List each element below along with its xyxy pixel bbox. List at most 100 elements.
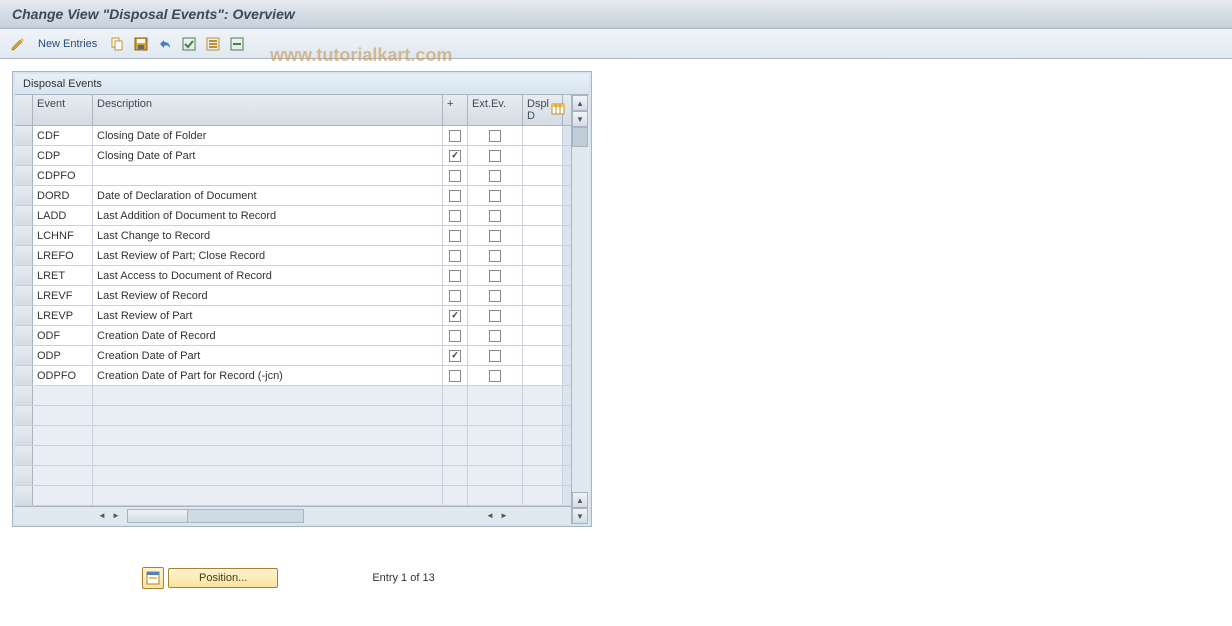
- row-selector[interactable]: [15, 226, 33, 245]
- cell-extev[interactable]: [468, 186, 523, 205]
- cell-description[interactable]: [93, 166, 443, 185]
- cell-plus[interactable]: [443, 186, 468, 205]
- scroll-up-icon[interactable]: ▲: [572, 95, 588, 111]
- cell-extev[interactable]: [468, 266, 523, 285]
- cell-dspl[interactable]: [523, 186, 563, 205]
- checkbox[interactable]: [489, 330, 501, 342]
- select-all-rows[interactable]: [15, 95, 33, 125]
- vertical-scrollbar[interactable]: ▲ ▼ ▲ ▼: [571, 95, 589, 524]
- cell-extev[interactable]: [468, 326, 523, 345]
- cell-description[interactable]: Creation Date of Part for Record (-jcn): [93, 366, 443, 385]
- scroll-down-step-icon[interactable]: ▼: [572, 111, 588, 127]
- cell-dspl[interactable]: [523, 286, 563, 305]
- row-selector[interactable]: [15, 426, 33, 445]
- checkbox[interactable]: [449, 230, 461, 242]
- cell-description[interactable]: Last Review of Part: [93, 306, 443, 325]
- row-selector[interactable]: [15, 326, 33, 345]
- checkbox[interactable]: [489, 290, 501, 302]
- cell-description[interactable]: Creation Date of Record: [93, 326, 443, 345]
- cell-description[interactable]: Closing Date of Folder: [93, 126, 443, 145]
- save-icon[interactable]: [131, 34, 151, 54]
- cell-dspl[interactable]: [523, 266, 563, 285]
- cell-extev[interactable]: [468, 226, 523, 245]
- position-button[interactable]: Position...: [168, 568, 278, 588]
- scroll-down-icon[interactable]: ▼: [572, 508, 588, 524]
- cell-event[interactable]: DORD: [33, 186, 93, 205]
- scroll-right-icon[interactable]: ►: [109, 509, 123, 523]
- cell-extev[interactable]: [468, 346, 523, 365]
- delimit-icon[interactable]: [227, 34, 247, 54]
- scroll-left-end-icon[interactable]: ◄: [483, 509, 497, 523]
- checkbox[interactable]: [489, 370, 501, 382]
- checkbox[interactable]: [449, 290, 461, 302]
- cell-plus[interactable]: [443, 146, 468, 165]
- cell-description[interactable]: Creation Date of Part: [93, 346, 443, 365]
- checkbox[interactable]: [489, 310, 501, 322]
- cell-event[interactable]: CDP: [33, 146, 93, 165]
- cell-event[interactable]: LCHNF: [33, 226, 93, 245]
- scroll-left-icon[interactable]: ◄: [95, 509, 109, 523]
- cell-plus[interactable]: [443, 346, 468, 365]
- cell-event[interactable]: LREVF: [33, 286, 93, 305]
- position-icon[interactable]: [142, 567, 164, 589]
- cell-event[interactable]: LADD: [33, 206, 93, 225]
- row-selector[interactable]: [15, 286, 33, 305]
- checkbox[interactable]: [489, 130, 501, 142]
- table-settings-icon[interactable]: [551, 103, 565, 117]
- header-event[interactable]: Event: [33, 95, 93, 125]
- row-selector[interactable]: [15, 206, 33, 225]
- row-selector[interactable]: [15, 346, 33, 365]
- row-selector[interactable]: [15, 386, 33, 405]
- checkbox[interactable]: [449, 150, 461, 162]
- cell-description[interactable]: Date of Declaration of Document: [93, 186, 443, 205]
- row-selector[interactable]: [15, 466, 33, 485]
- checkbox[interactable]: [489, 190, 501, 202]
- cell-description[interactable]: Closing Date of Part: [93, 146, 443, 165]
- checkbox[interactable]: [489, 270, 501, 282]
- scroll-thumb[interactable]: [128, 510, 188, 522]
- row-selector[interactable]: [15, 126, 33, 145]
- row-selector[interactable]: [15, 446, 33, 465]
- cell-dspl[interactable]: [523, 366, 563, 385]
- checkbox[interactable]: [449, 190, 461, 202]
- cell-description[interactable]: Last Access to Document of Record: [93, 266, 443, 285]
- cell-plus[interactable]: [443, 366, 468, 385]
- copy-icon[interactable]: [107, 34, 127, 54]
- deselect-icon[interactable]: [203, 34, 223, 54]
- checkbox[interactable]: [449, 170, 461, 182]
- cell-extev[interactable]: [468, 206, 523, 225]
- checkbox[interactable]: [449, 350, 461, 362]
- cell-extev[interactable]: [468, 126, 523, 145]
- header-description[interactable]: Description: [93, 95, 443, 125]
- cell-plus[interactable]: [443, 126, 468, 145]
- select-all-icon[interactable]: [179, 34, 199, 54]
- cell-dspl[interactable]: [523, 346, 563, 365]
- cell-description[interactable]: Last Review of Part; Close Record: [93, 246, 443, 265]
- checkbox[interactable]: [489, 350, 501, 362]
- checkbox[interactable]: [449, 130, 461, 142]
- checkbox[interactable]: [489, 230, 501, 242]
- checkbox[interactable]: [449, 370, 461, 382]
- new-entries-button[interactable]: New Entries: [32, 36, 103, 52]
- cell-plus[interactable]: [443, 166, 468, 185]
- cell-event[interactable]: LRET: [33, 266, 93, 285]
- checkbox[interactable]: [489, 150, 501, 162]
- cell-plus[interactable]: [443, 226, 468, 245]
- row-selector[interactable]: [15, 486, 33, 505]
- cell-dspl[interactable]: [523, 246, 563, 265]
- header-dspl[interactable]: Dspl D: [523, 95, 563, 125]
- cell-dspl[interactable]: [523, 126, 563, 145]
- cell-dspl[interactable]: [523, 206, 563, 225]
- cell-dspl[interactable]: [523, 146, 563, 165]
- row-selector[interactable]: [15, 246, 33, 265]
- horizontal-scrollbar[interactable]: ◄ ► ◄ ►: [15, 506, 571, 524]
- row-selector[interactable]: [15, 166, 33, 185]
- row-selector[interactable]: [15, 406, 33, 425]
- scroll-thumb-icon[interactable]: [572, 127, 588, 147]
- cell-dspl[interactable]: [523, 166, 563, 185]
- checkbox[interactable]: [449, 310, 461, 322]
- cell-event[interactable]: ODPFO: [33, 366, 93, 385]
- scroll-right-end-icon[interactable]: ►: [497, 509, 511, 523]
- cell-plus[interactable]: [443, 306, 468, 325]
- cell-event[interactable]: ODF: [33, 326, 93, 345]
